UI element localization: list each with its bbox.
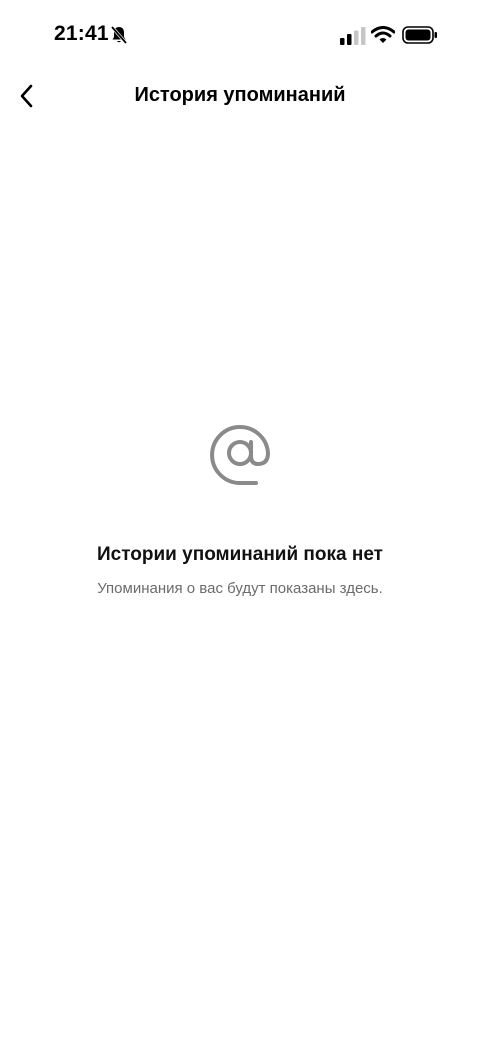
empty-state-subtitle: Упоминания о вас будут показаны здесь.: [97, 580, 383, 597]
bell-muted-icon: [110, 25, 128, 45]
at-sign-icon: [210, 425, 270, 485]
nav-bar: История упоминаний: [0, 70, 480, 122]
empty-state-title: Истории упоминаний пока нет: [97, 544, 383, 565]
battery-icon: [402, 26, 437, 44]
status-time: 21:41: [54, 22, 109, 45]
signal-icon: [340, 27, 366, 45]
wifi-icon: [371, 26, 395, 43]
empty-state: Истории упоминаний пока нет Упоминания о…: [0, 420, 480, 597]
status-bar: 21:41: [0, 0, 480, 70]
page-title: История упоминаний: [134, 84, 346, 106]
